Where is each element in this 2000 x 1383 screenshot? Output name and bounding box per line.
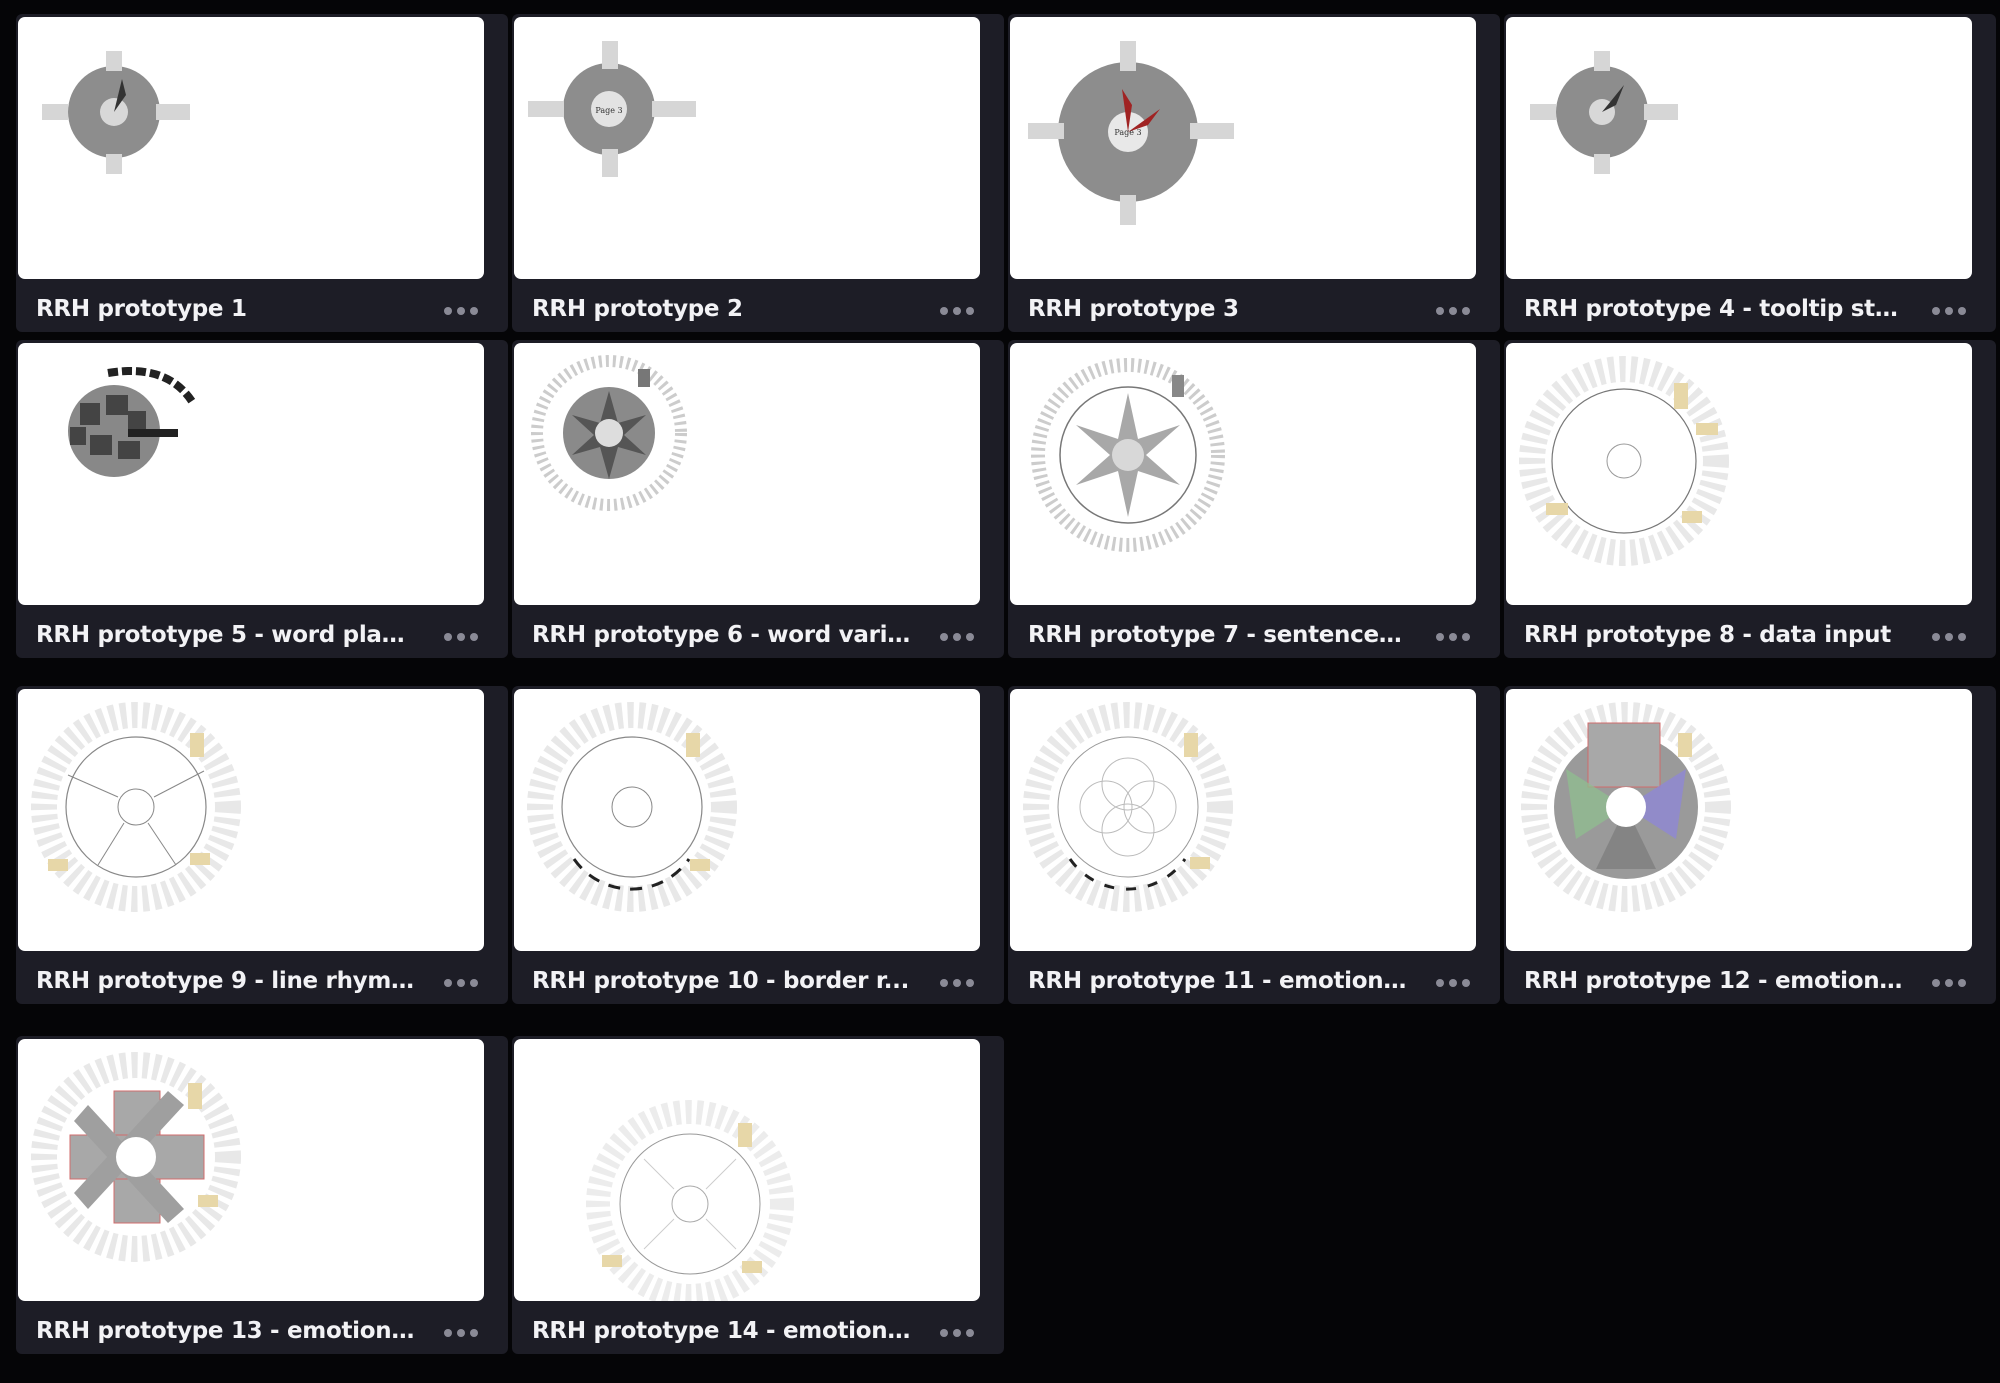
- more-options-icon[interactable]: [1932, 633, 1966, 641]
- prototype-thumbnail[interactable]: [1506, 17, 1972, 279]
- prototype-card-10[interactable]: RRH prototype 10 - border r...: [512, 686, 1004, 1004]
- page-label: Page 3: [595, 106, 622, 115]
- prototype-card-11[interactable]: RRH prototype 11 - emotion ...: [1008, 686, 1500, 1004]
- word-placement-graphic: [68, 367, 197, 477]
- more-options-icon[interactable]: [1436, 979, 1470, 987]
- prototype-card-3[interactable]: Page 3 RRH prototype 3: [1008, 14, 1500, 332]
- emotion-shape-graphic: [1521, 702, 1731, 912]
- prototype-title[interactable]: RRH prototype 5 - word plac...: [36, 622, 416, 648]
- prototype-thumbnail[interactable]: [18, 689, 484, 951]
- more-options-icon[interactable]: [444, 307, 478, 315]
- prototype-card-13[interactable]: RRH prototype 13 - emotion ...: [16, 1036, 508, 1354]
- compass-graphic: [1530, 51, 1678, 174]
- more-options-icon[interactable]: [940, 633, 974, 641]
- prototype-title[interactable]: RRH prototype 6 - word vari...: [532, 622, 912, 648]
- prototype-thumbnail[interactable]: [514, 1039, 980, 1301]
- emotion-shape-graphic: [31, 1052, 241, 1262]
- prototype-title[interactable]: RRH prototype 11 - emotion ...: [1028, 968, 1408, 994]
- prototype-title[interactable]: RRH prototype 3: [1028, 296, 1408, 322]
- word-ring-graphic: [31, 702, 241, 912]
- more-options-icon[interactable]: [1932, 307, 1966, 315]
- word-ring-graphic: [586, 1100, 794, 1301]
- prototype-thumbnail[interactable]: [1010, 343, 1476, 605]
- more-options-icon[interactable]: [940, 307, 974, 315]
- prototype-thumbnail[interactable]: [18, 1039, 484, 1301]
- prototype-title[interactable]: RRH prototype 2: [532, 296, 912, 322]
- more-options-icon[interactable]: [444, 633, 478, 641]
- prototype-thumbnail[interactable]: [1506, 343, 1972, 605]
- compass-graphic: Page 3: [528, 41, 696, 177]
- compass-graphic: [42, 51, 190, 174]
- prototype-title[interactable]: RRH prototype 10 - border r...: [532, 968, 912, 994]
- page-label: Page 3: [1114, 128, 1141, 137]
- prototype-title[interactable]: RRH prototype 7 - sentence ...: [1028, 622, 1408, 648]
- prototype-title[interactable]: RRH prototype 9 - line rhyme...: [36, 968, 416, 994]
- prototype-thumbnail[interactable]: [514, 689, 980, 951]
- prototype-card-7[interactable]: RRH prototype 7 - sentence ...: [1008, 340, 1500, 658]
- more-options-icon[interactable]: [1436, 307, 1470, 315]
- prototype-title[interactable]: RRH prototype 8 - data input: [1524, 622, 1904, 648]
- prototype-thumbnail[interactable]: [1506, 689, 1972, 951]
- prototype-card-1[interactable]: RRH prototype 1: [16, 14, 508, 332]
- prototype-card-8[interactable]: RRH prototype 8 - data input: [1504, 340, 1996, 658]
- more-options-icon[interactable]: [940, 1329, 974, 1337]
- word-ring-graphic: [1023, 702, 1233, 912]
- prototype-card-12[interactable]: RRH prototype 12 - emotion ...: [1504, 686, 1996, 1004]
- prototype-thumbnail[interactable]: [514, 343, 980, 605]
- star-wheel-graphic: [1031, 358, 1225, 552]
- prototype-card-14[interactable]: RRH prototype 14 - emotion ...: [512, 1036, 1004, 1354]
- prototype-card-9[interactable]: RRH prototype 9 - line rhyme...: [16, 686, 508, 1004]
- prototype-card-6[interactable]: RRH prototype 6 - word vari...: [512, 340, 1004, 658]
- prototype-title[interactable]: RRH prototype 13 - emotion ...: [36, 1318, 416, 1344]
- prototype-thumbnail[interactable]: [18, 343, 484, 605]
- prototype-card-5[interactable]: RRH prototype 5 - word plac...: [16, 340, 508, 658]
- compass-graphic: Page 3: [1028, 41, 1234, 225]
- prototype-title[interactable]: RRH prototype 4 - tooltip str...: [1524, 296, 1904, 322]
- prototype-thumbnail[interactable]: Page 3: [514, 17, 980, 279]
- prototype-thumbnail[interactable]: [1010, 689, 1476, 951]
- word-ring-graphic: [1519, 356, 1729, 566]
- prototype-card-4[interactable]: RRH prototype 4 - tooltip str...: [1504, 14, 1996, 332]
- prototype-title[interactable]: RRH prototype 12 - emotion ...: [1524, 968, 1904, 994]
- prototype-card-2[interactable]: Page 3 RRH prototype 2: [512, 14, 1004, 332]
- more-options-icon[interactable]: [940, 979, 974, 987]
- prototype-thumbnail[interactable]: Page 3: [1010, 17, 1476, 279]
- prototype-title[interactable]: RRH prototype 14 - emotion ...: [532, 1318, 912, 1344]
- star-wheel-graphic: [531, 355, 687, 511]
- more-options-icon[interactable]: [444, 979, 478, 987]
- more-options-icon[interactable]: [1932, 979, 1966, 987]
- prototype-title[interactable]: RRH prototype 1: [36, 296, 416, 322]
- word-ring-graphic: [527, 702, 737, 912]
- prototype-thumbnail[interactable]: [18, 17, 484, 279]
- more-options-icon[interactable]: [444, 1329, 478, 1337]
- more-options-icon[interactable]: [1436, 633, 1470, 641]
